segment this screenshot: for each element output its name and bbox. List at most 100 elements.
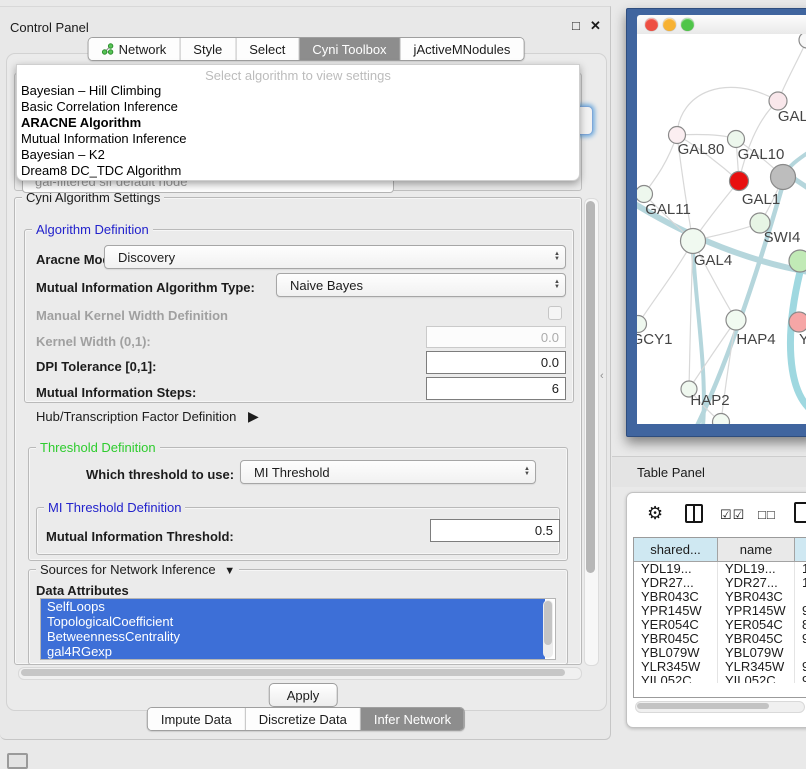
deselect-all-checkboxes-icon[interactable]: □□ <box>758 507 776 522</box>
settings-hscrollbar-thumb[interactable] <box>21 669 565 676</box>
table-cell[interactable]: 13 <box>795 562 806 576</box>
table-cell[interactable]: 9. <box>795 660 806 674</box>
table-cell[interactable]: YBL079W <box>718 646 795 660</box>
network-node-hap4[interactable] <box>726 310 746 330</box>
table-hscrollbar-track[interactable] <box>635 701 805 713</box>
table-row[interactable]: YIL052CYIL052C9 <box>634 674 806 683</box>
table-cell[interactable]: YIL052C <box>718 674 795 683</box>
mi-threshold-field[interactable]: 0.5 <box>430 519 560 542</box>
table-cell[interactable]: YER054C <box>718 618 795 632</box>
network-node-gal10[interactable] <box>728 131 745 148</box>
table-row[interactable]: YBL079WYBL079W <box>634 646 806 660</box>
float-window-icon[interactable]: □ <box>572 18 580 33</box>
table-row[interactable]: YER054CYER054C8. <box>634 618 806 632</box>
manual-kernel-checkbox[interactable] <box>548 306 562 320</box>
attribute-item[interactable]: gal4RGexp <box>41 644 545 659</box>
apply-button[interactable]: Apply <box>269 683 338 707</box>
attr-list-scrollbar-thumb[interactable] <box>544 601 552 645</box>
attr-list-scrollbar-track[interactable] <box>543 600 553 658</box>
network-canvas[interactable]: GAL7GAL80GAL10GAL1GAL11SWI4GAL4GCY1HAP4Y… <box>637 34 806 424</box>
table-cell[interactable]: YPR145W <box>634 604 718 618</box>
network-node[interactable] <box>771 165 796 190</box>
which-threshold-combo[interactable]: MI Threshold ▲▼ <box>240 460 536 484</box>
algorithm-option[interactable]: ARACNE Algorithm <box>17 115 579 131</box>
collapse-right-icon[interactable]: ▶ <box>248 408 259 424</box>
tab-jactivemnodules[interactable]: jActiveMNodules <box>401 38 524 60</box>
mi-steps-field[interactable]: 6 <box>426 377 566 400</box>
table-cell[interactable]: YER054C <box>634 618 718 632</box>
table-row[interactable]: YBR043CYBR043C <box>634 590 806 604</box>
network-node[interactable] <box>713 414 730 425</box>
data-attributes-list[interactable]: SelfLoopsTopologicalCoefficientBetweenne… <box>40 598 556 660</box>
table-cell[interactable]: YBL079W <box>634 646 718 660</box>
network-window-titlebar[interactable] <box>637 15 806 35</box>
splitter-collapse-icon[interactable]: ‹ <box>600 370 604 382</box>
column-header[interactable]: A <box>795 538 806 562</box>
dpi-tolerance-field[interactable]: 0.0 <box>426 351 566 374</box>
close-window-icon[interactable]: ✕ <box>590 18 601 34</box>
network-view-window[interactable]: GAL7GAL80GAL10GAL1GAL11SWI4GAL4GCY1HAP4Y… <box>626 8 806 437</box>
table-cell[interactable]: 12 <box>795 576 806 590</box>
table-cell[interactable] <box>795 646 806 660</box>
bottom-tab-infer-network[interactable]: Infer Network <box>361 708 464 730</box>
table-cell[interactable]: YDL19... <box>718 562 795 576</box>
settings-hscrollbar-track[interactable] <box>18 667 582 680</box>
table-cell[interactable]: YIL052C <box>634 674 718 683</box>
table-row[interactable]: YDR27...YDR27...12 <box>634 576 806 590</box>
table-cell[interactable]: YBR043C <box>718 590 795 604</box>
table-row[interactable]: YPR145WYPR145W9. <box>634 604 806 618</box>
table-cell[interactable]: YBR045C <box>634 632 718 646</box>
split-columns-icon[interactable] <box>685 504 703 523</box>
sources-group-title[interactable]: Sources for Network Inference ▼ <box>36 562 239 577</box>
table-cell[interactable] <box>795 590 806 604</box>
table-hscrollbar-thumb[interactable] <box>637 703 769 709</box>
network-node-gal4[interactable] <box>681 229 706 254</box>
table-cell[interactable]: YBR043C <box>634 590 718 604</box>
bottom-tab-discretize-data[interactable]: Discretize Data <box>246 708 361 730</box>
table-cell[interactable]: 9. <box>795 604 806 618</box>
collapse-down-icon[interactable]: ▼ <box>224 565 235 577</box>
table-cell[interactable]: 8. <box>795 618 806 632</box>
table-row[interactable]: YDL19...YDL19...13 <box>634 562 806 576</box>
table-cell[interactable]: 9. <box>795 632 806 646</box>
tab-cyni-toolbox[interactable]: Cyni Toolbox <box>299 38 400 60</box>
mac-zoom-button[interactable] <box>681 18 694 31</box>
network-node-gal1[interactable] <box>730 172 749 191</box>
table-cell[interactable]: 9 <box>795 674 806 683</box>
network-node[interactable] <box>799 34 806 48</box>
tab-select[interactable]: Select <box>236 38 299 60</box>
attribute-item[interactable]: TopologicalCoefficient <box>41 614 545 629</box>
aracne-mode-combo[interactable]: Discovery ▲▼ <box>104 245 566 269</box>
algorithm-option[interactable]: Bayesian – K2 <box>17 147 579 163</box>
gear-icon[interactable]: ⚙ <box>647 503 663 524</box>
tab-style[interactable]: Style <box>180 38 236 60</box>
network-node-y[interactable] <box>789 312 806 332</box>
column-header[interactable]: name <box>718 538 795 562</box>
network-node-gal11[interactable] <box>637 186 653 203</box>
hub-section-toggle[interactable]: Hub/Transcription Factor Definition ▶ <box>36 408 259 425</box>
attribute-item[interactable]: SelfLoops <box>41 599 545 614</box>
algorithm-option[interactable]: Dream8 DC_TDC Algorithm <box>17 163 579 179</box>
settings-scrollbar-thumb[interactable] <box>586 201 595 573</box>
table-cell[interactable]: YDR27... <box>634 576 718 590</box>
mac-minimize-button[interactable] <box>663 18 676 31</box>
tab-network[interactable]: Network <box>89 38 181 60</box>
mac-close-button[interactable] <box>645 18 658 31</box>
network-node-gcy1[interactable] <box>637 316 647 333</box>
table-cell[interactable]: YLR345W <box>634 660 718 674</box>
table-cell[interactable]: YBR045C <box>718 632 795 646</box>
settings-scrollbar-track[interactable] <box>584 198 599 666</box>
algorithm-option[interactable]: Basic Correlation Inference <box>17 99 579 115</box>
column-header[interactable]: shared... <box>634 538 718 562</box>
attribute-item[interactable]: BetweennessCentrality <box>41 629 545 644</box>
kernel-width-field[interactable]: 0.0 <box>426 326 566 348</box>
mi-algorithm-type-combo[interactable]: Naive Bayes ▲▼ <box>276 273 566 297</box>
algorithm-option[interactable]: Bayesian – Hill Climbing <box>17 83 579 99</box>
select-all-checkboxes-icon[interactable]: ☑☑ <box>720 507 745 523</box>
network-node[interactable] <box>789 250 806 272</box>
table-cell[interactable]: YPR145W <box>718 604 795 618</box>
table-cell[interactable]: YDR27... <box>718 576 795 590</box>
table-row[interactable]: YLR345WYLR345W9. <box>634 660 806 674</box>
bottom-tab-impute-data[interactable]: Impute Data <box>148 708 246 730</box>
table-cell[interactable]: YDL19... <box>634 562 718 576</box>
